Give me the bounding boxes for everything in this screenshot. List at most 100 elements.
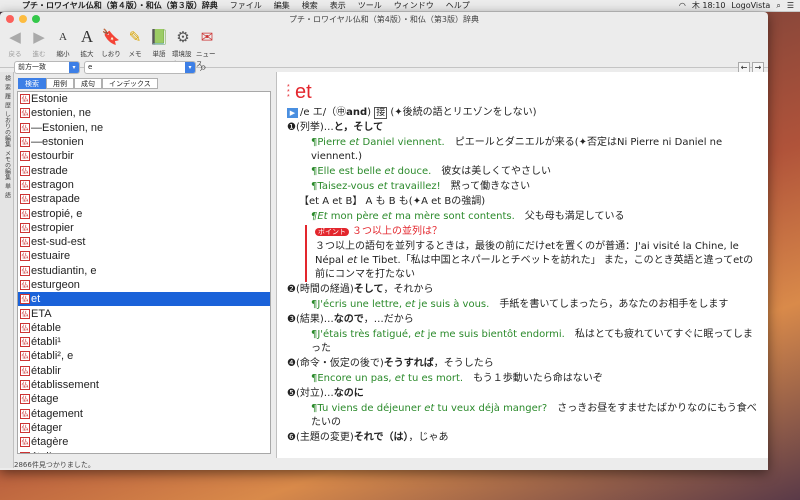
next-entry-button[interactable]: →	[752, 61, 764, 73]
list-item[interactable]: 仏 établi², e	[18, 349, 270, 363]
tab-search[interactable]: 検索	[18, 78, 46, 89]
entry-content: * * * et ▶/e エ/（㊥and) 接 (✦後続の語とリエゾンをしない) ❶…	[276, 72, 768, 458]
dictionary-badge-icon: 仏	[20, 122, 30, 133]
gear-icon: ⚙	[176, 28, 190, 46]
strip-search[interactable]: 検	[2, 75, 12, 81]
notification-icon[interactable]: ☰	[787, 1, 794, 10]
shrink-font-button[interactable]: A 縮小	[52, 26, 74, 58]
list-item[interactable]: 仏 étagère	[18, 435, 270, 449]
list-item[interactable]: 仏 estragon	[18, 178, 270, 192]
bookmark-button[interactable]: 🔖 しおり	[100, 26, 122, 58]
strip-index[interactable]: 索	[2, 84, 12, 90]
pronunciation-line: ▶/e エ/（㊥and) 接 (✦後続の語とリエゾンをしない)	[287, 106, 758, 120]
dictionary-badge-icon: 仏	[20, 208, 30, 219]
example-2: ¶Elle est belle et douce. 彼女は美しくてやさしい	[311, 166, 552, 177]
wordbook-button[interactable]: 📗 単語	[148, 26, 170, 58]
tab-examples[interactable]: 用例	[46, 78, 74, 89]
zoom-window-button[interactable]	[32, 15, 40, 23]
list-item-label: esturgeon	[31, 279, 80, 291]
list-item[interactable]: 仏 établir	[18, 364, 270, 378]
large-a-icon: A	[80, 27, 94, 46]
menu-file[interactable]: ファイル	[224, 0, 268, 11]
search-mode-select[interactable]: 前方一致 ▾	[14, 60, 80, 74]
list-item[interactable]: 仏 estonien, ne	[18, 106, 270, 120]
search-tabs: 検索 用例 成句 インデックス	[18, 78, 158, 89]
list-item[interactable]: 仏 établi¹	[18, 335, 270, 349]
list-item[interactable]: 仏 Estonie	[18, 92, 270, 106]
list-item[interactable]: 仏 estropier	[18, 221, 270, 235]
menu-window[interactable]: ウィンドウ	[388, 0, 440, 11]
strip-history-1[interactable]: 履	[2, 93, 12, 99]
list-item[interactable]: 仏 ―Estonien, ne	[18, 121, 270, 135]
example-1: ¶Pierre et Daniel viennent. ピエールとダニエルが来る…	[311, 137, 723, 162]
list-item[interactable]: 仏 ―estonien	[18, 135, 270, 149]
list-item[interactable]: 仏 estropié, e	[18, 206, 270, 220]
vendor-menu[interactable]: LogoVista	[731, 1, 770, 10]
menu-help[interactable]: ヘルプ	[440, 0, 476, 11]
menu-bar: プチ・ロワイヤル仏和（第４版）・和仏（第３版）辞典 ファイル 編集 検索 表示 …	[0, 0, 800, 12]
menu-tools[interactable]: ツール	[352, 0, 388, 11]
list-item[interactable]: 仏 estourbir	[18, 149, 270, 163]
dictionary-badge-icon: 仏	[20, 222, 30, 233]
dictionary-badge-icon: 仏	[20, 108, 30, 119]
back-arrow-icon: ◀	[9, 28, 21, 46]
pos-tag: 接	[374, 107, 388, 119]
search-input[interactable]: e ▾	[84, 60, 196, 74]
menu-edit[interactable]: 編集	[268, 0, 296, 11]
example-5: ¶J'écris une lettre, et je suis à vous. …	[311, 299, 729, 310]
list-item[interactable]: 仏 estuaire	[18, 249, 270, 263]
list-item[interactable]: 仏 esturgeon	[18, 278, 270, 292]
list-item[interactable]: 仏 estudiantin, e	[18, 264, 270, 278]
result-list: 仏 Estonie 仏 estonien, ne 仏 ―Estonien, ne 仏 ―est…	[17, 91, 271, 454]
list-item-label: étagère	[31, 436, 69, 449]
menu-app-name[interactable]: プチ・ロワイヤル仏和（第４版）・和仏（第３版）辞典	[16, 0, 224, 11]
strip-word-2[interactable]: 語	[2, 192, 12, 198]
strip-memo-edit[interactable]: メモの編集	[2, 150, 12, 180]
list-item[interactable]: 仏étai¹	[18, 449, 270, 453]
close-window-button[interactable]	[6, 15, 14, 23]
point-box: ポイント ３つ以上の並列は？ ３つ以上の語句を並列するときは，最後の前にだけetを…	[305, 225, 758, 282]
minimize-window-button[interactable]	[19, 15, 27, 23]
speaker-icon[interactable]: ▶	[287, 108, 298, 118]
list-item[interactable]: 仏 établissement	[18, 378, 270, 392]
example-6: ¶J'étais très fatigué, et je me suis bie…	[311, 329, 753, 354]
strip-history-2[interactable]: 歴	[2, 102, 12, 108]
point-heading: ３つ以上の並列は？	[352, 226, 442, 237]
list-item[interactable]: 仏 étage	[18, 392, 270, 406]
list-item[interactable]: 仏 estrade	[18, 163, 270, 177]
dictionary-badge-icon: 仏	[20, 451, 30, 453]
strip-word-1[interactable]: 単	[2, 183, 12, 189]
list-item[interactable]: 仏 étable	[18, 321, 270, 335]
dictionary-badge-icon: 仏	[20, 337, 30, 348]
prev-entry-button[interactable]: ←	[738, 61, 750, 73]
forward-button[interactable]: ▶ 進む	[28, 26, 50, 58]
dictionary-badge-icon: 仏	[20, 179, 30, 190]
title-bar: プチ・ロワイヤル仏和（第4版）・和仏（第3版）辞典	[0, 12, 768, 26]
enlarge-font-button[interactable]: A 拡大	[76, 26, 98, 58]
list-item-label: estonien, ne	[31, 107, 91, 120]
dictionary-badge-icon: 仏	[20, 137, 30, 148]
tab-phrases[interactable]: 成句	[74, 78, 102, 89]
list-item[interactable]: 仏 estrapade	[18, 192, 270, 206]
list-item[interactable]: 仏 et	[18, 292, 270, 307]
memo-button[interactable]: ✎ メモ	[124, 26, 146, 58]
menu-view[interactable]: 表示	[324, 0, 352, 11]
list-item-label: estudiantin, e	[31, 264, 97, 277]
spotlight-icon[interactable]: ⌕	[776, 1, 780, 11]
tab-index[interactable]: インデックス	[102, 78, 158, 89]
wifi-icon[interactable]: ◠	[679, 1, 686, 10]
list-item[interactable]: 仏 ETA	[18, 306, 270, 320]
dictionary-badge-icon: 仏	[20, 94, 30, 105]
search-icon[interactable]: ⌕	[200, 60, 207, 75]
dictionary-badge-icon: 仏	[20, 294, 30, 305]
clock[interactable]: 木 18:10	[692, 0, 726, 11]
headword: * * * et	[287, 81, 312, 103]
strip-bookmark-edit[interactable]: しおりの編集	[2, 111, 12, 147]
dictionary-badge-icon: 仏	[20, 322, 30, 333]
list-item[interactable]: 仏 est-sud-est	[18, 235, 270, 249]
back-button[interactable]: ◀ 戻る	[4, 26, 26, 58]
list-item[interactable]: 仏 étagement	[18, 407, 270, 421]
chevron-down-icon: ▾	[185, 61, 195, 73]
menu-search[interactable]: 検索	[296, 0, 324, 11]
list-item[interactable]: 仏 étager	[18, 421, 270, 435]
